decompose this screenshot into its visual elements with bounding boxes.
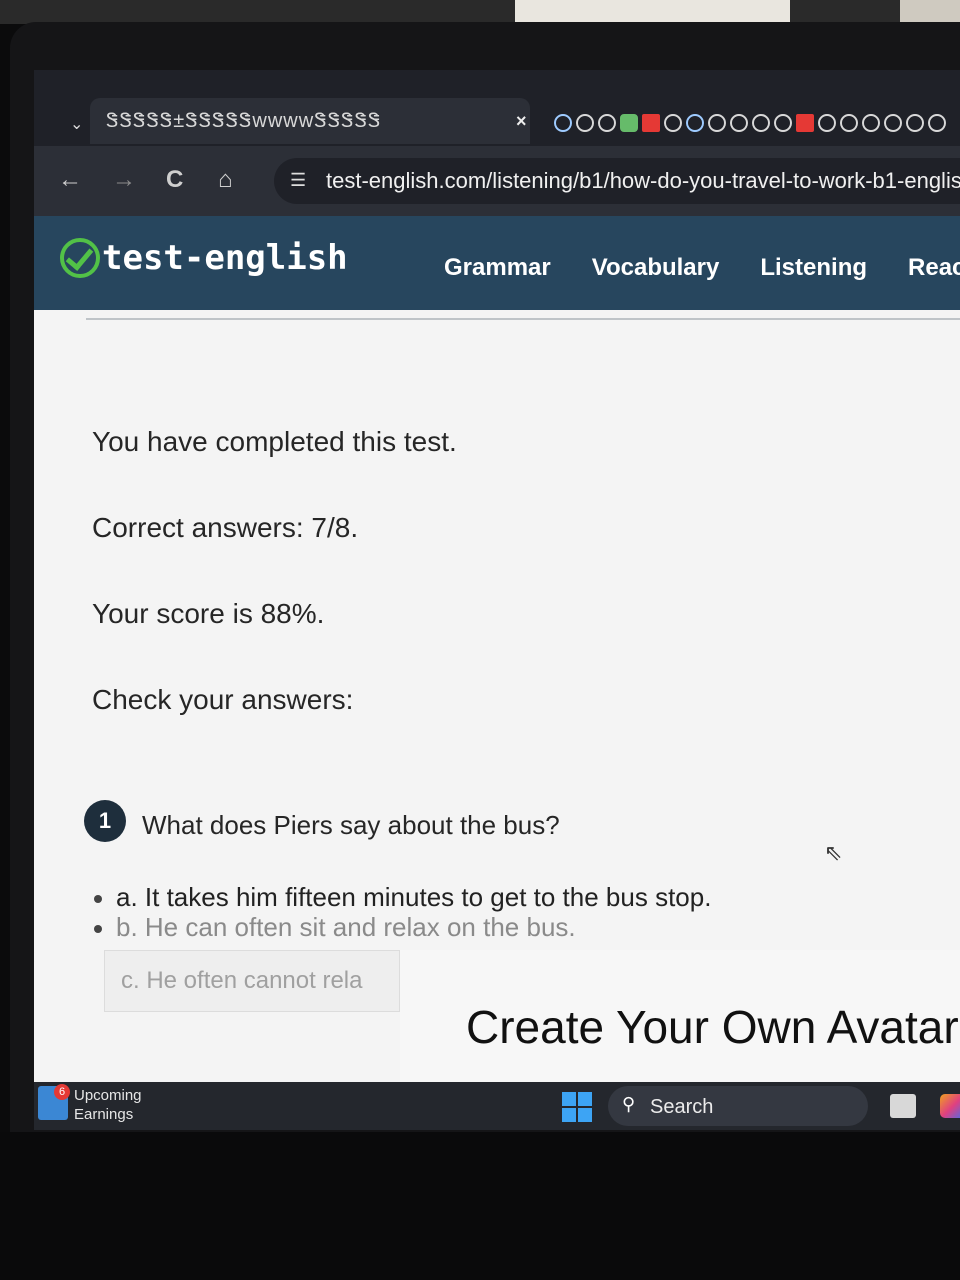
completed-message: You have completed this test.: [92, 426, 457, 457]
answer-option-a: a. It takes him fifteen minutes to get t…: [94, 882, 711, 913]
home-icon[interactable]: ⌂: [218, 166, 233, 194]
question-number-badge: 1: [84, 800, 126, 842]
chatgpt-icon[interactable]: [774, 114, 792, 132]
answer-option-c: c. He often cannot rela: [121, 967, 363, 994]
tab-favicon-icon[interactable]: [752, 114, 770, 132]
url-text[interactable]: test-english.com/listening/b1/how-do-you…: [326, 168, 960, 194]
address-bar[interactable]: ☰ test-english.com/listening/b1/how-do-y…: [274, 158, 960, 204]
search-icon: ⚲: [622, 1094, 636, 1114]
browser-toolbar: ← → C ⌂ ☰ test-english.com/listening/b1/…: [34, 146, 960, 216]
active-tab[interactable]: ᏕᏕᏕᏕᏕ±ᏕᏕᏕᏕᏕwwwwᏕᏕᏕᏕᏕ: [90, 98, 530, 144]
checkmark-logo-icon: [60, 238, 100, 278]
bullet: [94, 895, 102, 904]
tab-favicon-icon[interactable]: [928, 114, 946, 132]
widget-label[interactable]: Upcoming Earnings: [74, 1086, 184, 1124]
earnings-widget-icon[interactable]: 6: [38, 1084, 70, 1120]
google-icon[interactable]: [664, 114, 682, 132]
page-content: You have completed this test. Correct an…: [34, 310, 960, 1130]
logo-text: test-english: [102, 238, 348, 278]
background-strip: [0, 0, 960, 24]
option-text: b. He can often sit and relax on the bus…: [116, 912, 576, 942]
tab-favicon-icon[interactable]: [906, 114, 924, 132]
main-nav: Grammar Vocabulary Listening Reac: [444, 254, 960, 282]
nav-vocabulary[interactable]: Vocabulary: [592, 254, 720, 282]
question-text: What does Piers say about the bus?: [142, 810, 560, 840]
red-tab-icon[interactable]: [796, 114, 814, 132]
tab-favicon-icon[interactable]: [840, 114, 858, 132]
ad-close-icon[interactable]: ×: [34, 942, 35, 973]
tab-favicon-icon[interactable]: [818, 114, 836, 132]
check-answers-heading: Check your answers:: [92, 684, 354, 715]
desk-background: [0, 1132, 960, 1280]
taskview-icon[interactable]: [890, 1094, 916, 1118]
score-text: Your score is 88%.: [92, 598, 325, 629]
correct-answers: Correct answers: 7/8.: [92, 512, 359, 543]
tab-favicon-icon[interactable]: [730, 114, 748, 132]
answer-option-b: b. He can often sit and relax on the bus…: [94, 912, 576, 943]
taskbar: 6 Upcoming Earnings ⚲ Search 👪: [34, 1082, 960, 1130]
search-label: Search: [650, 1096, 714, 1118]
site-logo[interactable]: test-english: [60, 238, 348, 278]
background-paper: [900, 0, 960, 24]
tab-favicon-icon[interactable]: [708, 114, 726, 132]
nav-reading[interactable]: Reac: [908, 254, 960, 282]
forward-arrow-icon[interactable]: →: [112, 166, 136, 194]
tab-favicon-icon[interactable]: [862, 114, 880, 132]
nav-listening[interactable]: Listening: [760, 254, 867, 282]
mouse-cursor-icon: ⇖: [824, 840, 843, 865]
notification-badge: 6: [54, 1084, 70, 1100]
youtube-icon[interactable]: [642, 114, 660, 132]
taskbar-search[interactable]: ⚲ Search 👪: [608, 1086, 868, 1126]
reload-icon[interactable]: C: [166, 166, 183, 194]
tab-title: ᏕᏕᏕᏕᏕ±ᏕᏕᏕᏕᏕwwwwᏕᏕᏕᏕᏕ: [106, 110, 382, 132]
site-header: test-english Grammar Vocabulary Listenin…: [34, 216, 960, 310]
counter-icon[interactable]: [620, 114, 638, 132]
pinned-tab-icons: [554, 114, 946, 132]
tab-favicon-icon[interactable]: [576, 114, 594, 132]
tab-close-icon[interactable]: ×: [516, 111, 527, 132]
ad-panel-left: c. He often cannot rela: [104, 950, 400, 1012]
ad-title[interactable]: Create Your Own Avatar i: [466, 1000, 960, 1054]
background-paper: [515, 0, 790, 24]
back-arrow-icon[interactable]: ←: [58, 166, 82, 194]
shield-icon[interactable]: [686, 114, 704, 132]
browser-tab-strip: ⌄ ᏕᏕᏕᏕᏕ±ᏕᏕᏕᏕᏕwwwwᏕᏕᏕᏕᏕ ×: [34, 70, 960, 146]
monitor-bezel: ⌄ ᏕᏕᏕᏕᏕ±ᏕᏕᏕᏕᏕwwwwᏕᏕᏕᏕᏕ × ← → C ⌂ ☰ test-…: [10, 22, 960, 1132]
start-button-icon[interactable]: [562, 1092, 592, 1122]
tab-search-dropdown-icon[interactable]: ⌄: [70, 114, 83, 134]
tab-favicon-icon[interactable]: [884, 114, 902, 132]
divider: [86, 318, 960, 320]
copilot-icon[interactable]: [940, 1094, 960, 1118]
screen: ⌄ ᏕᏕᏕᏕᏕ±ᏕᏕᏕᏕᏕwwwwᏕᏕᏕᏕᏕ × ← → C ⌂ ☰ test-…: [34, 70, 960, 1130]
drive-icon[interactable]: [554, 114, 572, 132]
option-text: a. It takes him fifteen minutes to get t…: [116, 882, 712, 912]
nav-grammar[interactable]: Grammar: [444, 254, 551, 282]
site-info-icon[interactable]: ☰: [290, 170, 306, 191]
bullet: [94, 925, 102, 934]
tab-favicon-icon[interactable]: [598, 114, 616, 132]
